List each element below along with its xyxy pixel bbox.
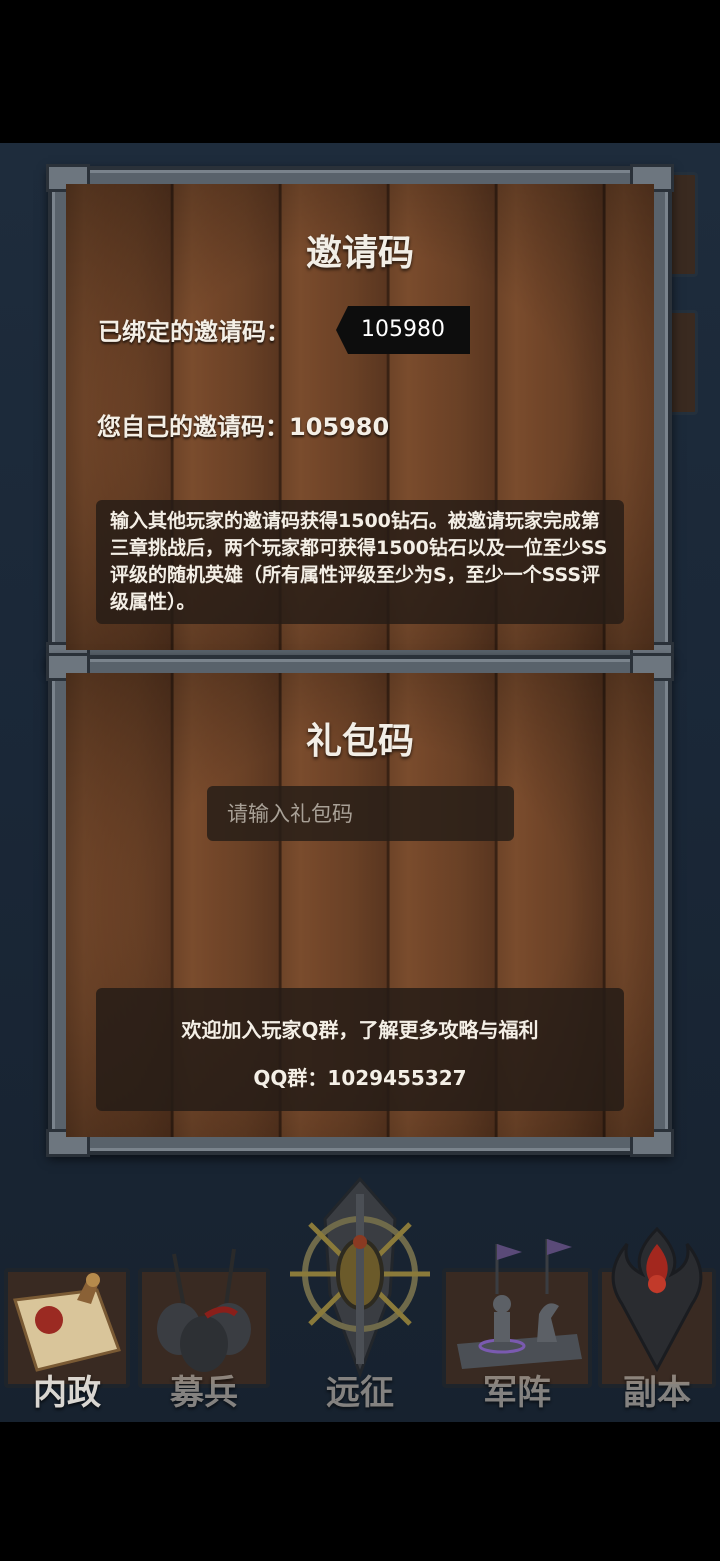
invite-title: 邀请码 <box>305 233 414 274</box>
dark-crest-icon <box>611 1226 703 1373</box>
nav-item-dungeon[interactable]: 副本 <box>598 1184 716 1414</box>
nav-label: 远征 <box>326 1373 394 1413</box>
status-bar-area <box>0 0 720 143</box>
sword-emblem-icon <box>290 1176 430 1379</box>
nav-label: 募兵 <box>170 1373 238 1413</box>
chess-pieces-icon <box>457 1239 582 1369</box>
own-invite-value[interactable]: 105980 <box>289 413 389 441</box>
bottom-nav: 内政 募兵 远征 军阵 副本 <box>0 1176 720 1422</box>
qq-group-number[interactable]: 1029455327 <box>327 1066 466 1090</box>
nav-label: 军阵 <box>483 1373 551 1413</box>
qq-group-label: QQ群： <box>253 1066 328 1090</box>
system-nav-area <box>0 1422 720 1561</box>
own-invite-row: 您自己的邀请码：105980 <box>97 407 389 442</box>
nav-item-expedition[interactable]: 远征 <box>270 1172 450 1414</box>
qq-group-line[interactable]: QQ群：1029455327 <box>96 1062 624 1091</box>
nav-label: 内政 <box>33 1373 101 1413</box>
qq-welcome-text: 欢迎加入玩家Q群，了解更多攻略与福利 <box>181 1018 539 1042</box>
helmets-icon <box>157 1248 251 1372</box>
bound-invite-label: 已绑定的邀请码： <box>98 318 290 346</box>
nav-item-formation[interactable]: 军阵 <box>442 1184 592 1414</box>
gift-title: 礼包码 <box>305 721 414 762</box>
nav-label: 副本 <box>623 1373 691 1413</box>
nav-item-recruit[interactable]: 募兵 <box>138 1184 270 1414</box>
side-tab-lower[interactable] <box>668 310 698 415</box>
bound-invite-value-tooltip: 105980 <box>336 306 470 354</box>
nav-item-domestic[interactable]: 内政 <box>4 1184 130 1414</box>
scroll-seal-icon <box>13 1273 121 1372</box>
invite-description: 输入其他玩家的邀请码获得1500钻石。被邀请玩家完成第三章挑战后，两个玩家都可获… <box>96 500 624 624</box>
gift-code-input[interactable] <box>207 786 514 841</box>
own-invite-label: 您自己的邀请码： <box>97 413 289 441</box>
qq-group-box: 欢迎加入玩家Q群，了解更多攻略与福利 QQ群：1029455327 <box>96 988 624 1111</box>
